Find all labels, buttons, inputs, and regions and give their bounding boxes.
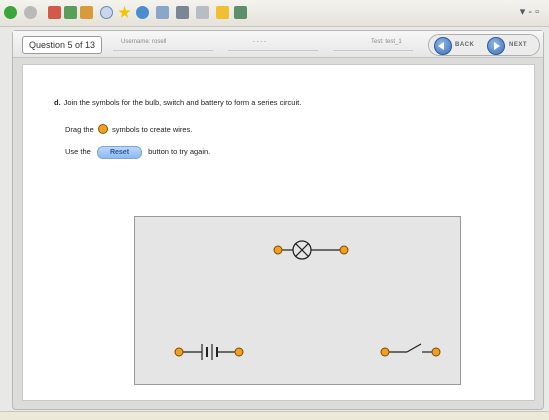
bulb-connector-right[interactable] [339,245,349,255]
stop-icon[interactable] [48,6,61,19]
middle-underline [228,50,318,51]
switch-connector-right[interactable] [431,347,441,357]
circuit-board [134,216,461,385]
bulb-connector-left[interactable] [273,245,283,255]
test-label: Test: test_1 [371,39,402,45]
browser-toolbar: ▾ - ▫ [0,0,549,27]
refresh-icon[interactable] [64,6,77,19]
print-icon[interactable] [176,6,189,19]
back-label[interactable]: BACK [455,42,474,48]
history-icon[interactable] [136,6,149,19]
forward-arrow-icon[interactable] [24,6,37,19]
drag-text-after: symbols to create wires. [111,125,193,134]
favorites-star-icon[interactable] [118,6,131,18]
battery-component[interactable] [174,344,244,360]
username-label: Username: rosell [121,39,167,45]
use-text-after: button to try again. [148,147,211,156]
back-button[interactable] [434,37,452,55]
battery-connector-left[interactable] [174,347,184,357]
username-underline [113,50,213,51]
reset-instruction: Use the Reset button to try again. [65,146,210,159]
switch-lever-icon [406,343,422,353]
back-arrow-icon[interactable] [4,6,17,19]
window-menu-icon[interactable]: ▾ - ▫ [520,5,539,18]
home-icon[interactable] [80,6,93,19]
question-letter: d. [54,98,61,107]
question-content: d. Join the symbols for the bulb, switch … [22,64,535,401]
middle-label: - - - - [253,39,266,45]
bulb-component[interactable] [273,240,349,260]
next-button[interactable] [487,37,505,55]
circuit-canvas [174,240,441,360]
use-text-before: Use the [65,147,91,156]
question-text: d. Join the symbols for the bulb, switch … [54,98,314,107]
app-header: Question 5 of 13 Username: rosell - - - … [13,31,543,58]
test-underline [333,50,413,51]
question-body: Join the symbols for the bulb, switch an… [63,98,302,107]
drag-instruction: Drag the symbols to create wires. [65,124,192,135]
messenger-icon[interactable] [234,6,247,19]
search-icon[interactable] [100,6,113,19]
navigation-group: BACK NEXT [428,34,540,56]
reset-button[interactable]: Reset [96,146,143,159]
app-frame: Question 5 of 13 Username: rosell - - - … [12,30,544,410]
mail-icon[interactable] [156,6,169,19]
connector-dot-icon [97,124,108,134]
next-label[interactable]: NEXT [509,42,527,48]
edit-icon[interactable] [196,6,209,19]
drag-text-before: Drag the [65,125,94,134]
back-arrow-icon [438,42,444,50]
question-counter: Question 5 of 13 [22,36,103,54]
battery-connector-right[interactable] [234,347,244,357]
switch-connector-left[interactable] [380,347,390,357]
next-arrow-icon [494,42,500,50]
switch-component[interactable] [380,343,441,357]
folder-icon[interactable] [216,6,229,19]
